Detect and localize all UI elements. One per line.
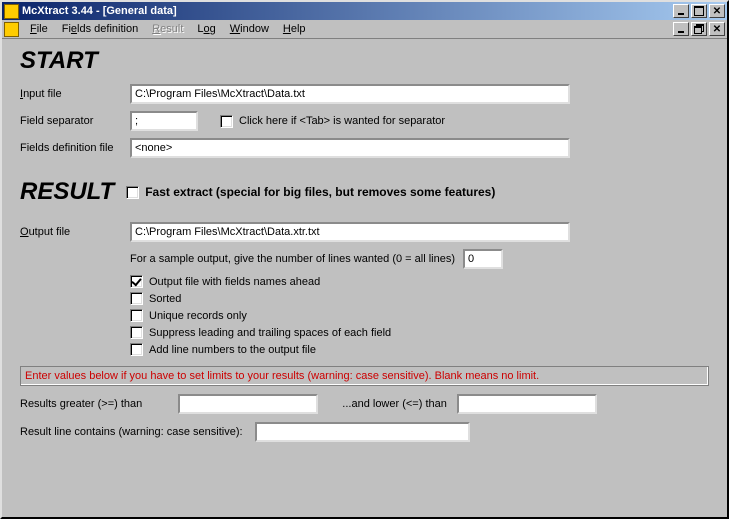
mdi-minimize-button[interactable] [673,22,689,36]
row-fields-def-file: Fields definition file [20,137,709,159]
content-area: START Input file Field separator Click h… [2,39,727,517]
menu-window[interactable]: Window [223,21,276,37]
window-controls: ✕ [671,4,725,18]
close-button[interactable]: ✕ [709,4,725,18]
greater-than-label: Results greater (>=) than [20,398,142,410]
unique-records-checkbox[interactable] [130,309,143,322]
contains-label: Result line contains (warning: case sens… [20,426,243,438]
minimize-button[interactable] [673,4,689,18]
fields-def-file-field[interactable] [130,138,570,158]
input-file-field[interactable] [130,84,570,104]
add-line-numbers-label[interactable]: Add line numbers to the output file [149,344,316,356]
row-input-file: Input file [20,83,709,105]
mdi-restore-button[interactable] [691,22,707,36]
greater-than-field[interactable] [178,394,318,414]
field-separator-field[interactable] [130,111,198,131]
options-column: Output file with fields names ahead Sort… [130,275,709,356]
sorted-label[interactable]: Sorted [149,293,181,305]
limits-warning: Enter values below if you have to set li… [20,366,709,386]
suppress-spaces-label[interactable]: Suppress leading and trailing spaces of … [149,327,391,339]
row-sample-lines: For a sample output, give the number of … [130,248,709,270]
sample-lines-label: For a sample output, give the number of … [130,253,455,265]
input-file-label: Input file [20,88,130,100]
fields-names-ahead-checkbox[interactable] [130,275,143,288]
start-heading: START [20,47,709,75]
row-field-separator: Field separator Click here if <Tab> is w… [20,110,709,132]
mdi-close-button[interactable]: ✕ [709,22,725,36]
row-output-file: Output file [20,221,709,243]
maximize-button[interactable] [691,4,707,18]
sorted-checkbox[interactable] [130,292,143,305]
output-file-field[interactable] [130,222,570,242]
menu-fields-definition[interactable]: Fields definition [55,21,145,37]
unique-records-label[interactable]: Unique records only [149,310,247,322]
menu-log[interactable]: Log [190,21,222,37]
sample-lines-field[interactable] [463,249,503,269]
app-window: McXtract 3.44 - [General data] ✕ File Fi… [0,0,729,519]
mdi-child-icon[interactable] [4,22,19,37]
result-heading: RESULT [20,178,114,206]
field-separator-label: Field separator [20,115,130,127]
tab-separator-label[interactable]: Click here if <Tab> is wanted for separa… [239,115,445,127]
lower-than-label: ...and lower (<=) than [342,398,447,410]
output-file-label: Output file [20,226,130,238]
suppress-spaces-checkbox[interactable] [130,326,143,339]
row-contains: Result line contains (warning: case sens… [20,422,709,442]
tab-separator-checkbox[interactable] [220,115,233,128]
window-title: McXtract 3.44 - [General data] [22,5,671,17]
row-limits: Results greater (>=) than ...and lower (… [20,394,709,414]
lower-than-field[interactable] [457,394,597,414]
app-icon [4,4,19,19]
menu-help[interactable]: Help [276,21,313,37]
fast-extract-checkbox[interactable] [126,186,139,199]
fields-def-file-label: Fields definition file [20,142,130,154]
fields-names-ahead-label[interactable]: Output file with fields names ahead [149,276,320,288]
mdi-controls: ✕ [671,22,725,36]
add-line-numbers-checkbox[interactable] [130,343,143,356]
menu-result: Result [145,21,190,37]
fast-extract-label[interactable]: Fast extract (special for big files, but… [145,185,495,199]
titlebar: McXtract 3.44 - [General data] ✕ [2,2,727,20]
menu-file[interactable]: File [23,21,55,37]
contains-field[interactable] [255,422,470,442]
menubar: File Fields definition Result Log Window… [2,20,727,39]
